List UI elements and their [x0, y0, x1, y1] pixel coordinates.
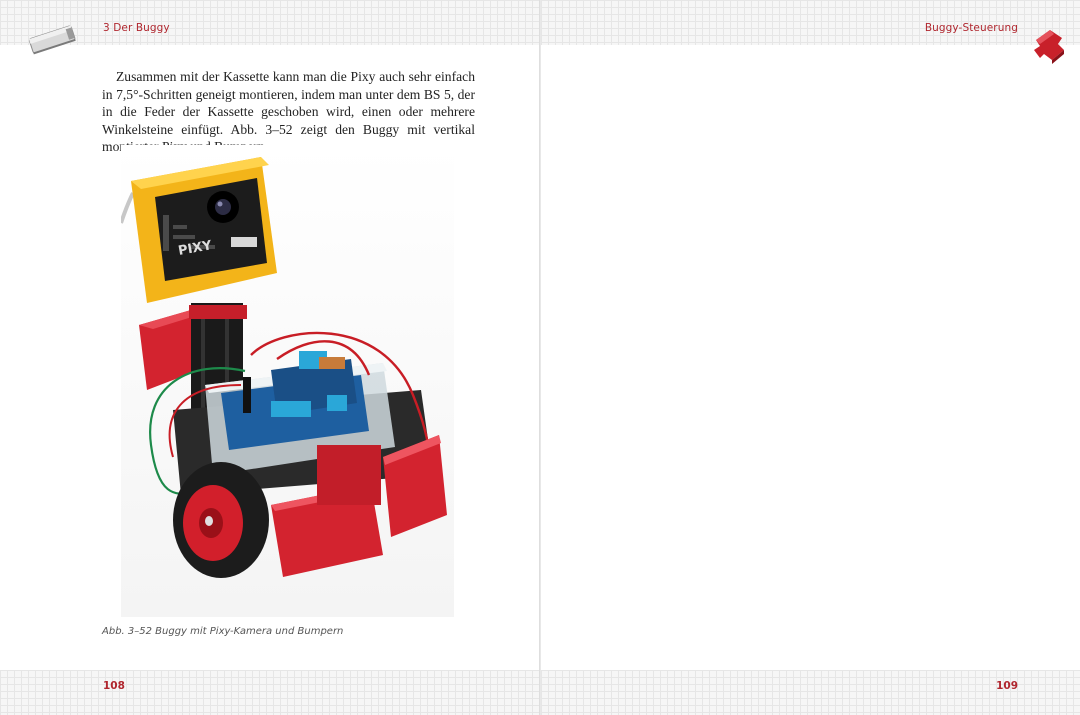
running-header: Buggy-Steuerung: [924, 22, 1018, 34]
body-paragraph: Zusammen mit der Kassette kann man die P…: [102, 69, 475, 154]
running-header: 3 Der Buggy: [103, 22, 170, 34]
white-cable: [121, 192, 135, 224]
page-number: 108: [103, 680, 125, 692]
wheel: [173, 462, 269, 578]
red-puzzle-piece-icon: [1034, 30, 1064, 64]
footer-band: [0, 670, 539, 715]
left-page: 3 Der Buggy Zusammen mit der Kassette ka…: [0, 0, 539, 715]
header-band: [0, 0, 539, 45]
buggy-photo: PIXY: [121, 145, 454, 617]
right-page: Buggy-Steuerung /* * Buggy mit Pixy-Kame…: [541, 0, 1080, 715]
pixy-camera: PIXY: [131, 157, 277, 303]
figure-caption: Abb. 3–52 Buggy mit Pixy-Kamera und Bump…: [102, 626, 344, 637]
footer-band: [541, 670, 1080, 715]
page-number: 109: [996, 680, 1018, 692]
fischertechnik-brick-icon: [28, 25, 76, 55]
